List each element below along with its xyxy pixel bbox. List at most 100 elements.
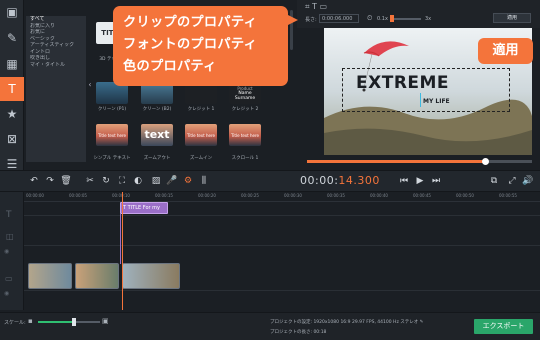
crop-icon[interactable]: ⛶ — [116, 175, 128, 187]
next-frame-icon[interactable]: ⏭ — [430, 175, 442, 187]
thumbnail-label: シンプル テキスト — [93, 156, 131, 161]
project-settings: プロジェクトの設定: 1920x1080 16:9 29.97 FPS, 441… — [270, 319, 423, 325]
thumbnail-text: Name Surname — [234, 91, 256, 101]
import-icon[interactable]: ▣ — [0, 0, 24, 24]
title-track-icon: T — [6, 210, 12, 220]
thumbnail-label: ズームイン — [189, 156, 213, 161]
edit-settings-icon[interactable]: ✎ — [420, 320, 424, 325]
project-length: プロジェクトの長さ: 00:18 — [270, 330, 327, 335]
edit-toolbar — [0, 170, 540, 192]
undo-icon[interactable]: ↶ — [28, 175, 40, 187]
thumbnail-label: クレジット 2 — [231, 107, 259, 112]
playhead[interactable] — [122, 192, 123, 310]
track-headers: T ◫ ◉ ▭ ◉ — [0, 192, 24, 310]
scale-slider-fill — [38, 321, 74, 323]
title-clip-icon: T — [123, 205, 127, 211]
duration-label: 長さ: — [305, 17, 317, 23]
title-clip[interactable]: T TITLE For my — [120, 202, 168, 214]
thumbnail-text: Title text here — [230, 133, 260, 138]
speed-slider-knob[interactable] — [390, 15, 394, 22]
title-thumbnail[interactable]: Title text here — [185, 124, 217, 146]
timecode-main: 00:00: — [300, 174, 339, 187]
stickers-icon[interactable]: ★ — [0, 102, 24, 126]
callout-line: フォントのプロパティ — [123, 37, 258, 52]
video-track-icon: ▭ — [5, 274, 13, 283]
timecode: 00:00:14.300 — [300, 174, 380, 187]
speed-max: 3x — [425, 16, 432, 22]
properties-callout: クリップのプロパティ フォントのプロパティ 色のプロパティ — [113, 6, 298, 86]
equalizer-icon[interactable]: ⫼ — [198, 175, 210, 187]
playback-handle[interactable] — [481, 158, 489, 165]
speed-value: 0.1x — [377, 16, 388, 22]
thumbnail-label: クレジット 1 — [187, 107, 215, 112]
visibility-icon[interactable]: ◉ — [4, 248, 9, 255]
transitions-icon[interactable]: ⊠ — [0, 127, 24, 151]
preview-title: EXTREME — [356, 73, 450, 93]
apply-callout: 適用 — [478, 38, 533, 64]
timecode-highlight: 14.300 — [338, 174, 380, 187]
image-icon[interactable]: ▨ — [150, 175, 162, 187]
thumbnail-label: クリーン (P1) — [97, 107, 127, 112]
title-thumbnail[interactable]: Title text here — [229, 124, 261, 146]
category-item[interactable]: マイ・タイトル — [26, 62, 86, 69]
title-thumbnail[interactable]: Title text here — [96, 124, 128, 146]
scale-slider-knob[interactable] — [72, 318, 76, 326]
ruler-tick-label: 00:00:05 — [69, 193, 87, 198]
playback-progress-fill — [307, 160, 485, 163]
delete-icon[interactable]: 🗑 — [60, 175, 72, 187]
track-divider — [24, 215, 540, 216]
status-bar — [0, 312, 540, 340]
ruler-tick-label: 00:00:45 — [413, 193, 431, 198]
mute-icon[interactable]: ◉ — [4, 290, 9, 297]
thumbnail-label: クリーン (B2) — [142, 107, 172, 112]
ruler-tick-label: 00:00:25 — [241, 193, 259, 198]
callout-line: 色のプロパティ — [123, 59, 217, 74]
thumbnail-text: text — [144, 128, 170, 141]
magic-wand-icon[interactable]: ✎ — [0, 26, 24, 50]
cut-icon[interactable]: ✂ — [84, 175, 96, 187]
overlay-track-icon: ◫ — [6, 232, 14, 241]
detach-icon[interactable]: ⧉ — [488, 175, 500, 187]
tab-icons: ⌗ T ▭ — [305, 2, 328, 11]
ruler-tick-label: 00:00:10 — [112, 193, 130, 198]
preview-subtitle: MY LIFE — [423, 98, 450, 105]
ruler-tick-label: 00:00:20 — [198, 193, 216, 198]
microphone-icon[interactable]: 🎤 — [166, 175, 178, 187]
thumbnail-text: Title text here — [186, 133, 216, 138]
color-adjust-icon[interactable]: ◐ — [132, 175, 144, 187]
settings-icon[interactable]: ⚙ — [182, 175, 194, 187]
thumbnail-text: Title text here — [97, 133, 127, 138]
redo-icon[interactable]: ↷ — [44, 175, 56, 187]
titles-icon[interactable]: T — [0, 77, 24, 101]
play-icon[interactable]: ▶ — [414, 175, 426, 187]
title-thumbnail[interactable]: text — [141, 124, 173, 146]
duration-field[interactable]: 0:00:06.000 — [319, 14, 359, 23]
ruler-tick-label: 00:00:15 — [155, 193, 173, 198]
video-clip[interactable] — [28, 263, 72, 289]
zoom-in-icon[interactable]: ▣ — [102, 317, 109, 325]
ruler-tick-label: 00:00:55 — [499, 193, 517, 198]
previous-frame-icon[interactable]: ⏮ — [398, 175, 410, 187]
title-link-line — [120, 214, 121, 264]
export-button[interactable]: エクスポート — [474, 319, 533, 334]
zoom-out-icon[interactable]: ▪ — [28, 317, 33, 325]
thumbnail-label: スクロール 1 — [231, 156, 259, 161]
volume-icon[interactable]: 🔊 — [522, 175, 534, 187]
apply-button[interactable]: 適用 — [493, 13, 531, 23]
track-divider — [24, 245, 540, 246]
ruler-tick-label: 00:00:00 — [26, 193, 44, 198]
text-cursor — [420, 93, 421, 107]
speed-slider[interactable] — [391, 18, 421, 20]
rotate-icon[interactable]: ↻ — [100, 175, 112, 187]
video-clip[interactable] — [75, 263, 119, 289]
collapse-panel-icon[interactable]: ‹ — [86, 80, 94, 94]
tool-rail: ▣ ✎ ▦ T ★ ⊠ ☰ — [0, 0, 24, 178]
category-list: すべて お気に入り お気に ベーシック アーティスティック イントロ 吹き出し … — [26, 16, 86, 162]
ruler-tick-label: 00:00:30 — [284, 193, 302, 198]
callout-line: クリップのプロパティ — [123, 15, 258, 30]
filters-icon[interactable]: ▦ — [0, 52, 24, 76]
fullscreen-icon[interactable]: ⤢ — [506, 175, 518, 187]
scale-label: スケール: — [4, 320, 26, 326]
speed-icon: ⏲ — [367, 14, 373, 22]
video-clip[interactable] — [122, 263, 180, 289]
